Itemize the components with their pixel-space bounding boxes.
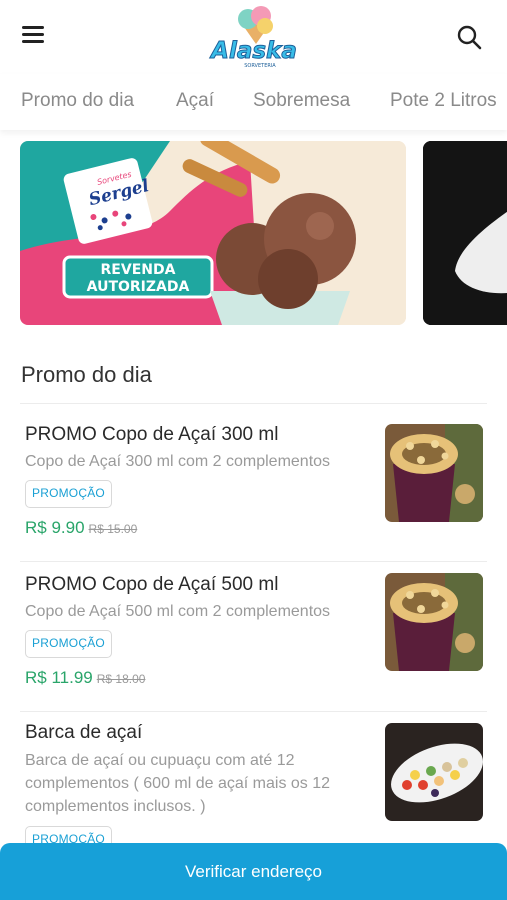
product-name: Barca de açaí	[25, 722, 143, 743]
product-description: Copo de Açaí 300 ml com 2 complementos	[25, 453, 331, 470]
promo-banner-2[interactable]	[423, 141, 507, 325]
product-price: R$ 11.99	[25, 668, 93, 687]
product-card[interactable]: PROMO Copo de Açaí 500 ml Copo de Açaí 5…	[0, 562, 507, 712]
category-tabs: Promo do dia Açaí Sobremesa Pote 2 Litro…	[0, 74, 507, 130]
product-image	[385, 723, 483, 821]
promo-badge: PROMOÇÃO	[25, 630, 112, 658]
app-header: Alaska SORVETERIA	[0, 0, 507, 74]
promo-badge: PROMOÇÃO	[25, 480, 112, 508]
tab-pote-2-litros[interactable]: Pote 2 Litros	[390, 90, 497, 112]
product-price-row: R$ 9.90 R$ 15.00	[25, 518, 137, 538]
verify-address-button[interactable]: Verificar endereço	[0, 843, 507, 900]
product-card[interactable]: PROMO Copo de Açaí 300 ml Copo de Açaí 3…	[0, 404, 507, 560]
banner-line2: AUTORIZADA	[87, 279, 190, 295]
section-title: Promo do dia	[21, 362, 152, 387]
logo-subtext: SORVETERIA	[244, 63, 276, 69]
tab-sobremesa[interactable]: Sobremesa	[253, 90, 350, 112]
tab-promo-do-dia[interactable]: Promo do dia	[21, 90, 134, 112]
product-description: Copo de Açaí 500 ml com 2 complementos	[25, 603, 331, 620]
product-image	[385, 573, 483, 671]
product-old-price: R$ 15.00	[88, 522, 138, 536]
product-card[interactable]: Barca de açaí Barca de açaí ou cupuaçu c…	[0, 712, 507, 854]
logo-text: Alaska	[209, 38, 297, 64]
search-icon[interactable]	[456, 24, 484, 52]
product-name: PROMO Copo de Açaí 300 ml	[25, 424, 279, 445]
product-name: PROMO Copo de Açaí 500 ml	[25, 574, 279, 595]
product-price-row: R$ 11.99 R$ 18.00	[25, 668, 145, 688]
tab-acai[interactable]: Açaí	[176, 90, 214, 112]
alaska-logo[interactable]: Alaska SORVETERIA	[204, 4, 304, 70]
banner-line1: REVENDA	[101, 262, 176, 278]
product-description: Barca de açaí ou cupuaçu com até 12 comp…	[25, 752, 331, 815]
product-price: R$ 9.90	[25, 518, 85, 537]
product-image	[385, 424, 483, 522]
product-old-price: R$ 18.00	[96, 672, 146, 686]
hamburger-menu-icon[interactable]	[22, 26, 48, 46]
promo-banner[interactable]: Sorvetes Sergel REVENDA AUTORIZADA	[20, 141, 406, 325]
